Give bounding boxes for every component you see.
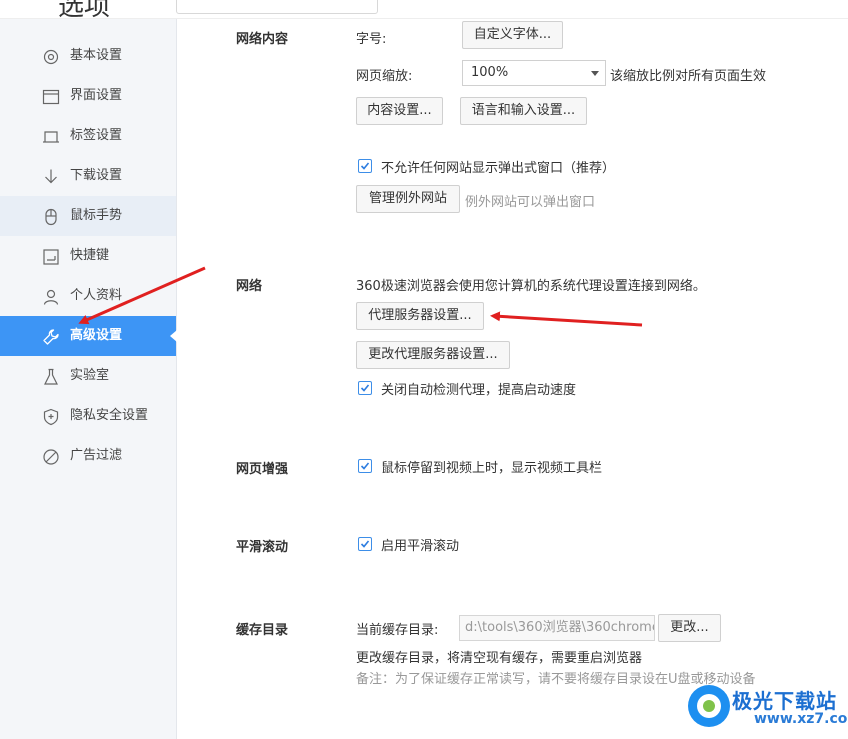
sidebar-item-interface[interactable]: 界面设置 [0,76,176,116]
sidebar-item-label: 鼠标手势 [70,208,123,223]
annotation-arrow-proxy [490,311,643,327]
sidebar-item-label: 广告过滤 [70,448,123,463]
sidebar-item-label: 实验室 [70,368,110,383]
zoom-label: 网页缩放: [356,69,413,84]
title-bar: 选项 [0,0,848,19]
check-icon [360,540,370,548]
cache-note: 更改缓存目录，将清空现有缓存，需要重启浏览器 [356,651,643,666]
sidebar-item-label: 快捷键 [70,248,110,263]
section-title-network: 网络 [236,279,263,294]
sidebar-item-label: 高级设置 [70,328,123,343]
section-title-smooth: 平滑滚动 [236,540,289,555]
section-title-web-content: 网络内容 [236,32,289,47]
watermark-en: www.xz7.com [754,711,848,727]
change-cache-button[interactable]: 更改... [658,614,721,642]
mouse-icon [45,208,57,226]
cache-path-input[interactable]: d:\tools\360浏览器\360chrome\c [459,615,655,641]
download-icon [45,169,57,184]
check-icon [360,462,370,470]
network-description: 360极速浏览器会使用您计算机的系统代理设置连接到网络。 [356,279,706,294]
content-settings-button[interactable]: 内容设置... [356,97,443,125]
keyboard-icon [43,249,59,265]
exceptions-note: 例外网站可以弹出窗口 [465,195,596,210]
zoom-note: 该缩放比例对所有页面生效 [610,69,767,84]
sidebar-item-basic[interactable]: 基本设置 [0,36,176,76]
sidebar: 基本设置 界面设置 标签设置 下载设置 鼠标手势 快捷键 个人资料 高级设置 实… [0,19,177,739]
proxy-settings-button[interactable]: 代理服务器设置... [356,302,484,330]
video-toolbar-label: 鼠标停留到视频上时，显示视频工具栏 [381,461,603,476]
active-indicator [170,330,177,342]
tab-icon [43,131,59,143]
smooth-scroll-checkbox[interactable] [358,537,372,551]
page-title: 选项 [58,0,111,19]
custom-font-button[interactable]: 自定义字体... [462,21,563,49]
sidebar-item-label: 下载设置 [70,168,123,183]
flask-icon [44,368,58,385]
zoom-value: 100% [471,65,509,80]
popup-checkbox-label: 不允许任何网站显示弹出式窗口（推荐） [381,161,616,176]
sidebar-item-download[interactable]: 下载设置 [0,156,176,196]
chevron-down-icon [591,71,599,76]
sidebar-item-mouse-gesture[interactable]: 鼠标手势 [0,196,176,236]
section-title-cache: 缓存目录 [236,623,289,638]
cache-current-label: 当前缓存目录: [356,623,439,638]
gear-icon [43,49,59,65]
sidebar-item-adblock[interactable]: 广告过滤 [0,436,176,476]
sidebar-item-profile[interactable]: 个人资料 [0,276,176,316]
sidebar-item-label: 个人资料 [70,288,123,303]
zoom-select[interactable]: 100% [462,60,606,86]
sidebar-item-label: 基本设置 [70,48,123,63]
auto-detect-label: 关闭自动检测代理，提高启动速度 [381,383,577,398]
sidebar-item-label: 隐私安全设置 [70,408,149,423]
search-input[interactable] [176,0,378,14]
video-toolbar-checkbox[interactable] [358,459,372,473]
shield-icon [43,408,59,426]
sidebar-item-advanced[interactable]: 高级设置 [0,316,177,356]
window-icon [42,89,60,105]
sidebar-item-label: 界面设置 [70,88,123,103]
check-icon [360,162,370,170]
change-proxy-button[interactable]: 更改代理服务器设置... [356,341,510,369]
aurora-logo-icon [688,685,730,727]
watermark-logo: 极光下载站 www.xz7.com [688,681,848,737]
wrench-icon [43,329,59,345]
section-title-enhance: 网页增强 [236,462,289,477]
block-icon [43,449,59,465]
sidebar-item-tabs[interactable]: 标签设置 [0,116,176,156]
sidebar-item-label: 标签设置 [70,128,123,143]
sidebar-item-privacy[interactable]: 隐私安全设置 [0,396,176,436]
popup-checkbox[interactable] [358,159,372,173]
watermark-cn: 极光下载站 [732,689,837,713]
auto-detect-checkbox[interactable] [358,381,372,395]
language-settings-button[interactable]: 语言和输入设置... [460,97,587,125]
check-icon [360,384,370,392]
sidebar-item-shortcuts[interactable]: 快捷键 [0,236,176,276]
manage-exceptions-button[interactable]: 管理例外网站 [356,185,460,213]
font-size-label: 字号: [356,32,387,47]
sidebar-item-lab[interactable]: 实验室 [0,356,176,396]
smooth-scroll-label: 启用平滑滚动 [381,539,460,554]
user-icon [43,289,59,305]
